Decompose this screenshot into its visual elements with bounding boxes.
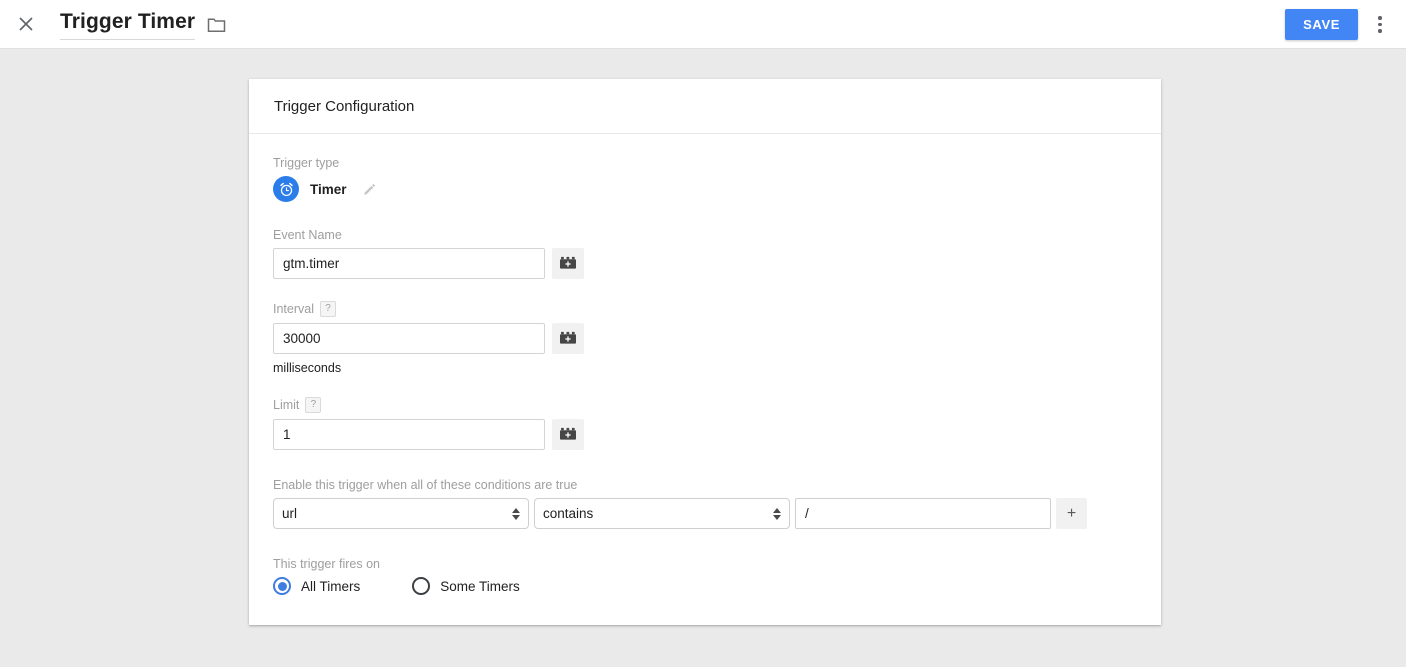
condition-value-input[interactable] — [795, 498, 1051, 529]
condition-variable-select[interactable]: url — [273, 498, 529, 529]
trigger-type-row: Timer — [273, 176, 1136, 202]
trigger-type-label: Trigger type — [273, 156, 340, 170]
trigger-type-name: Timer — [310, 181, 347, 197]
conditions-section: Enable this trigger when all of these co… — [273, 478, 1136, 529]
event-name-row — [273, 248, 1136, 279]
title-area: Trigger Timer — [60, 8, 226, 40]
alarm-clock-icon — [279, 182, 293, 196]
chevron-updown-icon — [773, 507, 781, 520]
trigger-configuration-card: Trigger Configuration Trigger type Timer — [249, 79, 1161, 625]
edit-trigger-type-button[interactable] — [362, 182, 377, 197]
close-icon — [19, 17, 33, 31]
pencil-icon — [363, 183, 375, 195]
condition-operator-select[interactable]: contains — [534, 498, 790, 529]
add-condition-button[interactable]: + — [1056, 498, 1087, 529]
save-button[interactable]: SAVE — [1285, 9, 1358, 40]
limit-field: Limit ? — [273, 397, 1136, 450]
folder-icon — [207, 17, 226, 32]
condition-variable-value: url — [282, 506, 298, 521]
limit-label-text: Limit — [273, 398, 300, 412]
conditions-label: Enable this trigger when all of these co… — [273, 478, 578, 492]
folder-button[interactable] — [207, 16, 226, 33]
event-name-input[interactable] — [273, 248, 545, 279]
more-vert-icon — [1378, 29, 1382, 33]
variable-brick-icon — [560, 331, 576, 344]
card-body: Trigger type Timer Event Name gtm.timer … — [249, 134, 1161, 625]
interval-variable-button[interactable] — [552, 323, 584, 354]
event-name-variable-button[interactable] — [552, 248, 584, 279]
trigger-name-input[interactable]: Trigger Timer — [60, 8, 196, 40]
limit-row — [273, 419, 1136, 450]
limit-help-icon[interactable]: ? — [305, 397, 322, 413]
variable-brick-icon — [560, 256, 576, 269]
interval-units: milliseconds — [273, 361, 342, 375]
interval-label: Interval ? — [273, 301, 1136, 317]
page-body: Trigger Configuration Trigger type Timer — [0, 49, 1406, 667]
limit-input[interactable] — [273, 419, 545, 450]
fires-on-label: This trigger fires on — [273, 557, 380, 571]
interval-help-icon[interactable]: ? — [320, 301, 336, 317]
interval-field: Interval ? millisecon — [273, 301, 1136, 375]
radio-some-timers[interactable]: Some Timers — [412, 577, 520, 595]
radio-all-timers[interactable]: All Timers — [273, 577, 360, 595]
radio-unselected-icon — [412, 577, 431, 595]
card-header: Trigger Configuration — [249, 79, 1161, 134]
trigger-type-badge — [273, 176, 299, 202]
interval-input[interactable] — [273, 323, 545, 354]
chevron-updown-icon — [512, 507, 520, 520]
radio-all-timers-label: All Timers — [301, 578, 361, 594]
condition-operator-value: contains — [543, 506, 594, 521]
variable-brick-icon — [560, 427, 576, 440]
event-name-field: Event Name — [273, 228, 1136, 279]
fires-on-radio-group: All Timers Some Timers — [273, 577, 1136, 595]
condition-row: url contains + — [273, 498, 1136, 529]
header-actions: SAVE — [1285, 0, 1396, 49]
interval-label-text: Interval — [273, 302, 314, 316]
fires-on-section: This trigger fires on All Timers Some Ti… — [273, 557, 1136, 595]
more-vert-icon — [1378, 22, 1382, 27]
overflow-menu-button[interactable] — [1364, 5, 1396, 45]
app-header: Trigger Timer SAVE — [0, 0, 1406, 49]
radio-selected-icon — [273, 577, 291, 595]
radio-some-timers-label: Some Timers — [440, 578, 520, 594]
close-button[interactable] — [14, 12, 38, 36]
event-name-label: Event Name — [273, 228, 342, 242]
limit-label: Limit ? — [273, 397, 1136, 413]
card-title: Trigger Configuration — [274, 97, 415, 115]
interval-row — [273, 323, 1136, 354]
more-vert-icon — [1378, 16, 1382, 20]
limit-variable-button[interactable] — [552, 419, 584, 450]
